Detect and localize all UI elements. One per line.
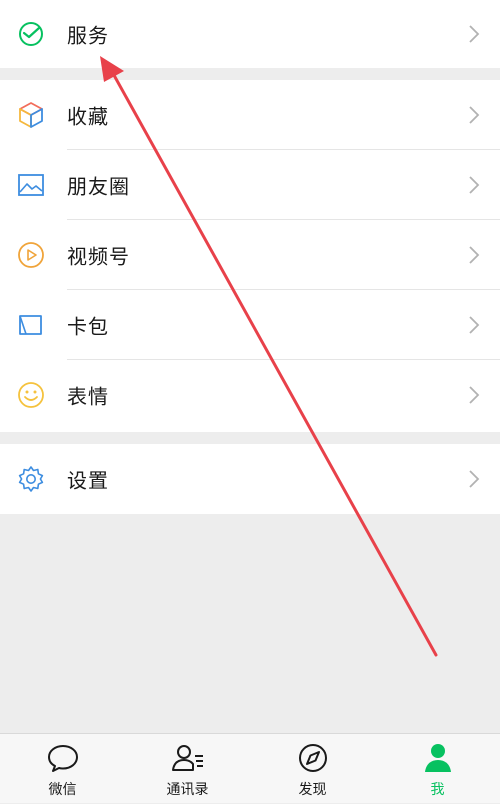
menu-label-channels: 视频号 [67,244,130,269]
menu-item-moments[interactable]: 朋友圈 [0,150,500,220]
menu-label-stickers: 表情 [67,384,109,409]
chevron-right-icon [469,316,480,334]
menu-label-settings: 设置 [67,468,109,493]
menu-item-services[interactable]: 服务 [0,0,500,68]
tab-contacts[interactable]: 通讯录 [125,734,250,804]
menu-label-services: 服务 [67,23,109,48]
chevron-right-icon [469,386,480,404]
menu-label-favorites: 收藏 [67,104,109,129]
gear-icon [18,466,44,492]
chat-bubble-icon [47,745,78,772]
tab-label-me: 我 [430,782,445,798]
features-group: 收藏 朋友圈 视频号 卡包 表情 [0,80,500,432]
menu-item-stickers[interactable]: 表情 [0,360,500,430]
tab-chats[interactable]: 微信 [0,734,125,804]
person-icon [424,744,451,772]
services-group: 服务 [0,0,500,68]
bottom-tab-bar: 微信 通讯录 发现 我 [0,733,500,803]
menu-item-settings[interactable]: 设置 [0,444,500,514]
chevron-right-icon [469,470,480,488]
tab-me[interactable]: 我 [375,734,500,804]
menu-item-cards[interactable]: 卡包 [0,290,500,360]
picture-icon [18,174,44,196]
chevron-right-icon [469,246,480,264]
menu-label-cards: 卡包 [67,314,109,339]
play-circle-icon [18,242,44,268]
tab-label-contacts: 通讯录 [166,782,209,798]
card-wallet-icon [19,315,42,335]
menu-item-favorites[interactable]: 收藏 [0,80,500,150]
chevron-right-icon [469,106,480,124]
tab-discover[interactable]: 发现 [250,734,375,804]
cube-icon [19,102,43,128]
chevron-right-icon [469,176,480,194]
settings-group: 设置 [0,444,500,514]
menu-item-channels[interactable]: 视频号 [0,220,500,290]
contacts-icon [171,745,203,771]
tab-label-chats: 微信 [48,782,77,798]
smiley-icon [18,382,44,408]
menu-label-moments: 朋友圈 [67,174,130,199]
compass-icon [298,744,327,772]
tab-label-discover: 发现 [298,782,327,798]
wechat-pay-check-icon [19,22,43,46]
chevron-right-icon [469,25,480,43]
